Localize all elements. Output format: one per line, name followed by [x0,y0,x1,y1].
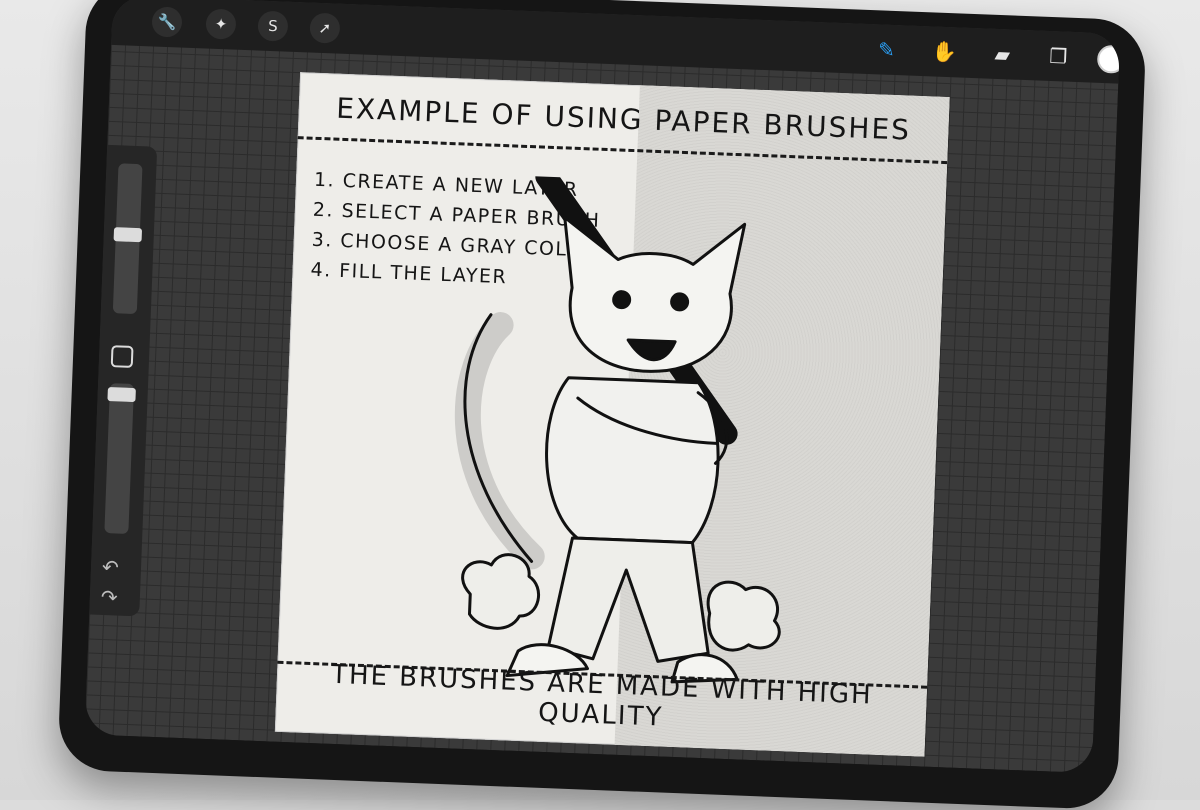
undo-icon[interactable]: ↶ [102,555,120,580]
app-screen: 🔧 ✦ S ➚ ✎ ✋ ▰ ❐ ↶ ↷ EXAMPLE OF USING PAP… [84,0,1121,774]
smudge-icon[interactable]: ✋ [929,36,960,67]
redo-icon[interactable]: ↷ [100,585,118,610]
drawing-canvas[interactable]: EXAMPLE OF USING PAPER BRUSHES 1. CREATE… [274,72,950,757]
selection-icon[interactable]: S [257,10,289,42]
magic-wand-icon[interactable]: ✦ [205,8,237,40]
wrench-icon[interactable]: 🔧 [151,6,183,38]
opacity-slider[interactable] [104,383,136,534]
brush-size-slider[interactable] [112,163,143,315]
cat-samurai-illustration [454,172,781,684]
left-sidebar: ↶ ↷ [87,144,158,617]
modify-button[interactable] [110,345,134,368]
eraser-icon[interactable]: ▰ [987,39,1018,70]
transform-arrow-icon[interactable]: ➚ [309,12,341,44]
opacity-thumb[interactable] [107,387,136,403]
brush-size-thumb[interactable] [113,227,143,243]
brush-icon[interactable]: ✎ [871,34,902,65]
tablet-device: 🔧 ✦ S ➚ ✎ ✋ ▰ ❐ ↶ ↷ EXAMPLE OF USING PAP… [57,0,1147,810]
layers-icon[interactable]: ❐ [1043,41,1074,72]
color-picker-button[interactable] [1096,44,1121,74]
